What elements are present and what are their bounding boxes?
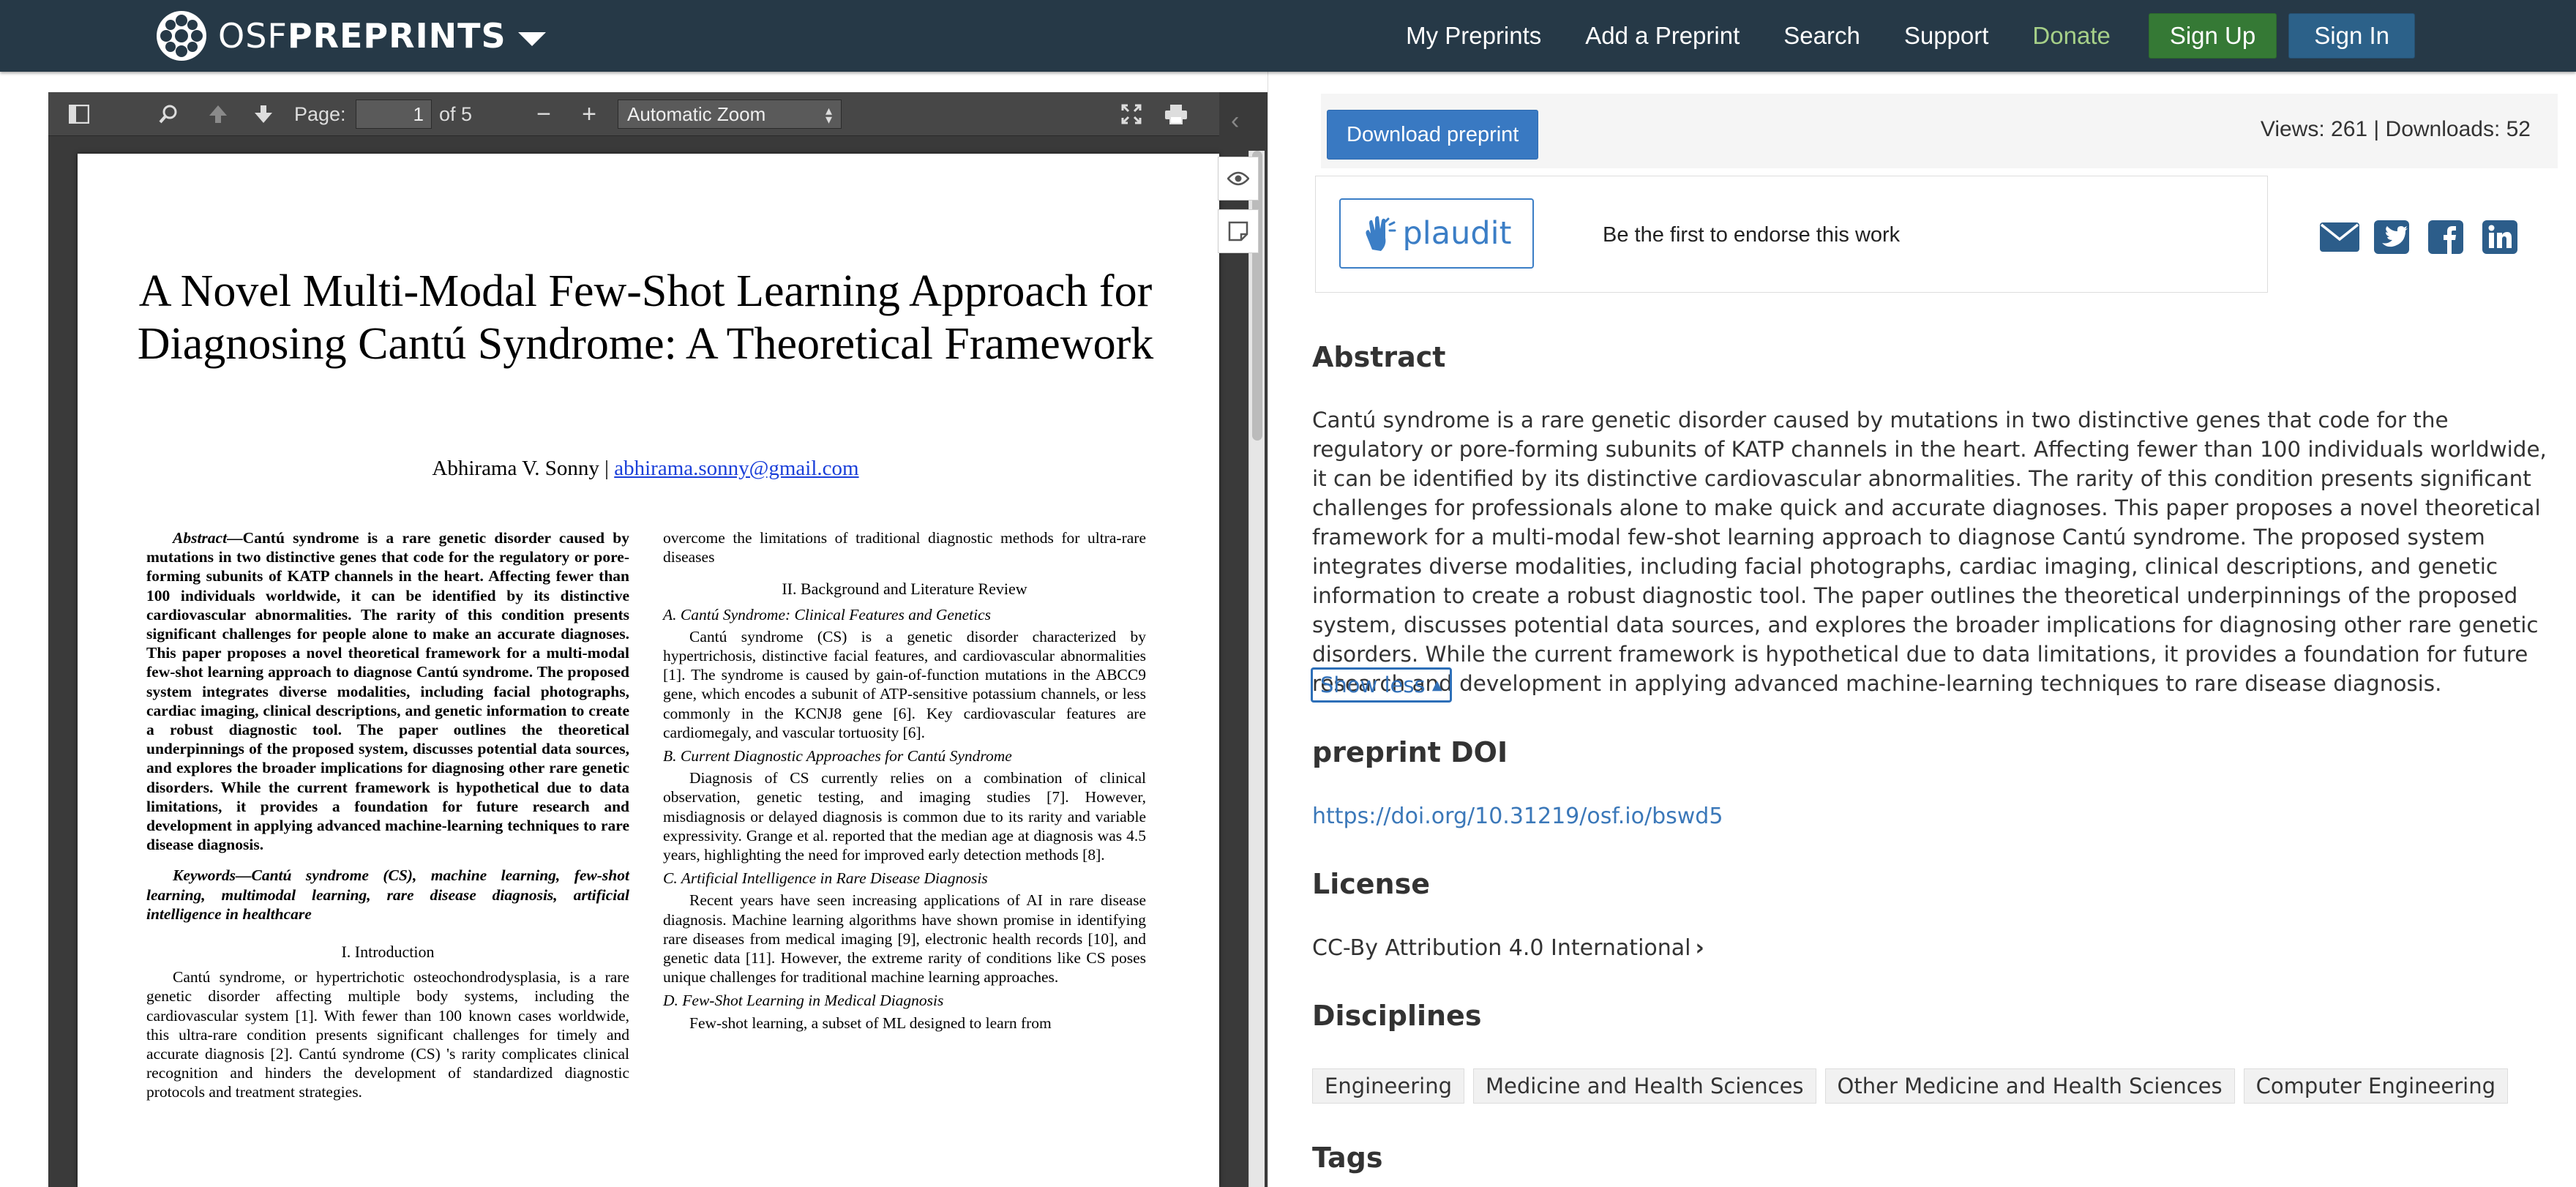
page-label: Page: [294, 102, 346, 125]
license-text: CC-By Attribution 4.0 International [1312, 935, 1691, 961]
author-email-link[interactable]: abhirama.sonny@gmail.com [614, 457, 858, 480]
brand-menu[interactable]: OSF PREPRINTS [155, 7, 546, 64]
subsection-d: D. Few-Shot Learning in Medical Diagnosi… [663, 992, 944, 1010]
introduction-body: Cantú syndrome, or hypertrichotic osteoc… [146, 968, 629, 1101]
nav-links: My Preprints Add a Preprint Search Suppo… [1406, 0, 2576, 72]
clapping-hands-icon [1365, 216, 1396, 251]
show-less-label: Show less [1320, 673, 1426, 697]
license-toggle[interactable]: CC-By Attribution 4.0 International › [1312, 935, 1704, 961]
tags-heading: Tags [1312, 1142, 1383, 1174]
email-icon[interactable] [2319, 220, 2360, 255]
disciplines-heading: Disciplines [1312, 1000, 1482, 1032]
zoom-value: Automatic Zoom [627, 102, 766, 125]
discipline-tag: Computer Engineering [2243, 1068, 2508, 1104]
page-number-input[interactable] [356, 100, 432, 129]
annotation-tools [1218, 157, 1259, 259]
pdf-toolbar: Page: of 5 − + Automatic Zoom ▴▾ [48, 92, 1219, 136]
abstract-heading: Abstract [1312, 341, 1446, 373]
twitter-icon[interactable] [2373, 220, 2410, 255]
nav-support[interactable]: Support [1904, 22, 1989, 50]
print-icon[interactable] [1156, 92, 1196, 136]
doi-heading: preprint DOI [1312, 736, 1508, 768]
select-arrows-icon: ▴ ▾ [825, 103, 832, 127]
section-background: II. Background and Literature Review [782, 580, 1027, 599]
note-icon[interactable] [1218, 209, 1259, 253]
abstract-body: —Cantú syndrome is a rare genetic disord… [146, 529, 629, 854]
download-preprint-button[interactable]: Download preprint [1327, 110, 1539, 160]
paper-title: A Novel Multi-Modal Few-Shot Learning Ap… [137, 266, 1154, 369]
eye-icon[interactable] [1218, 157, 1259, 201]
nav-search[interactable]: Search [1783, 22, 1860, 50]
sidebar-toggle-icon[interactable] [60, 92, 98, 136]
discipline-tag: Medicine and Health Sciences [1473, 1068, 1816, 1104]
page-count: of 5 [439, 102, 473, 125]
subsection-b-body: Diagnosis of CS currently relies on a co… [663, 769, 1146, 864]
plaudit-label: plaudit [1402, 215, 1512, 252]
subsection-a: A. Cantú Syndrome: Clinical Features and… [663, 605, 992, 624]
zoom-in-icon[interactable]: + [571, 92, 607, 136]
doi-link[interactable]: https://doi.org/10.31219/osf.io/bswd5 [1312, 804, 1723, 829]
paper-column-right: overcome the limitations of traditional … [663, 528, 1146, 1033]
paper-keywords: Keywords—Cantú syndrome (CS), machine le… [146, 866, 629, 923]
plaudit-widget: plaudit Be the first to endorse this wor… [1315, 176, 2268, 293]
paper-author: Abhirama V. Sonny | abhirama.sonny@gmail… [110, 457, 1181, 481]
subsection-a-body: Cantú syndrome (CS) is a genetic disorde… [663, 627, 1146, 741]
preprint-details-panel: Download preprint Views: 261 | Downloads… [1268, 72, 2576, 1187]
chevron-right-icon: › [1695, 935, 1704, 961]
sign-in-button[interactable]: Sign In [2288, 13, 2415, 59]
subsection-c: C. Artificial Intelligence in Rare Disea… [663, 869, 988, 888]
search-icon[interactable] [149, 92, 187, 136]
right-intro-text: overcome the limitations of traditional … [663, 529, 1146, 566]
endorse-text: Be the first to endorse this work [1603, 223, 1901, 247]
show-less-button[interactable]: Show less ▲ [1311, 667, 1452, 703]
subsection-d-body: Few-shot learning, a subset of ML design… [689, 1014, 1052, 1032]
caret-up-icon: ▲ [1431, 677, 1442, 693]
discipline-tag: Other Medicine and Health Sciences [1824, 1068, 2235, 1104]
pdf-scrollbar[interactable] [1248, 151, 1265, 1187]
zoom-select[interactable]: Automatic Zoom ▴ ▾ [618, 100, 842, 129]
nav-add-preprint[interactable]: Add a Preprint [1585, 22, 1740, 50]
disciplines-list: Engineering Medicine and Health Sciences… [1312, 1068, 2517, 1104]
abstract-label: Abstract [173, 529, 228, 547]
subsection-b: B. Current Diagnostic Approaches for Can… [663, 747, 1012, 765]
discipline-tag: Engineering [1312, 1068, 1464, 1104]
paper-abstract: Abstract—Cantú syndrome is a rare geneti… [146, 528, 629, 854]
plaudit-button[interactable]: plaudit [1339, 198, 1534, 269]
collapse-left-icon[interactable]: ‹ [1231, 107, 1239, 135]
zoom-out-icon[interactable]: − [525, 92, 562, 136]
fullscreen-icon[interactable] [1112, 92, 1150, 136]
osf-flower-logo [157, 11, 206, 61]
author-name: Abhirama V. Sonny | [432, 457, 615, 480]
chevron-down-icon [517, 31, 546, 46]
top-navbar: OSF PREPRINTS My Preprints Add a Preprin… [0, 0, 2576, 72]
previous-page-icon[interactable] [199, 92, 237, 136]
nav-my-preprints[interactable]: My Preprints [1406, 22, 1541, 50]
sign-up-button[interactable]: Sign Up [2148, 13, 2277, 59]
facebook-icon[interactable] [2427, 220, 2464, 255]
abstract-text: Cantú syndrome is a rare genetic disorde… [1312, 408, 2547, 696]
license-heading: License [1312, 868, 1430, 900]
brand-preprints: PREPRINTS [287, 16, 506, 56]
nav-donate[interactable]: Donate [2032, 22, 2110, 50]
view-download-stats: Views: 261 | Downloads: 52 [2260, 117, 2531, 141]
section-introduction: I. Introduction [341, 943, 435, 962]
linkedin-icon[interactable] [2482, 220, 2518, 255]
paper-column-left: Abstract—Cantú syndrome is a rare geneti… [146, 528, 629, 1102]
brand-osf: OSF [218, 16, 288, 56]
next-page-icon[interactable] [244, 92, 282, 136]
subsection-c-body: Recent years have seen increasing applic… [663, 891, 1146, 986]
